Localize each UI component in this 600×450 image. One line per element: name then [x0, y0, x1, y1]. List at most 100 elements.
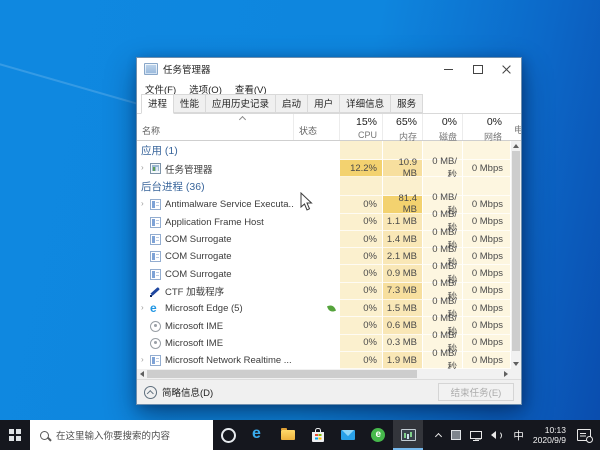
system-tray: 中 10:13 2020/9/9: [434, 420, 600, 450]
store-taskbar-button[interactable]: [303, 420, 333, 450]
group-row[interactable]: 应用 (1): [137, 141, 521, 160]
window-title: 任务管理器: [163, 65, 211, 76]
tab[interactable]: 性能: [173, 94, 207, 113]
mail-taskbar-button[interactable]: [333, 420, 363, 450]
scroll-right-icon[interactable]: [501, 369, 511, 379]
ime-indicator[interactable]: 中: [513, 428, 524, 443]
group-row[interactable]: 后台进程 (36): [137, 177, 521, 197]
group-name: 后台进程 (36): [141, 181, 205, 194]
cpu-value: 0%: [340, 300, 383, 318]
process-row[interactable]: Microsoft IME 0% 0.3 MB 0 MB/秒 0 Mbps: [137, 330, 521, 355]
end-task-button[interactable]: 结束任务(E): [438, 383, 514, 401]
column-name-header[interactable]: 名称: [137, 114, 294, 140]
process-row[interactable]: Microsoft Network Realtime ... 0% 1.9 MB…: [137, 348, 521, 369]
close-button[interactable]: [492, 58, 521, 80]
cortana-taskbar-button[interactable]: [213, 420, 243, 450]
details-toggle[interactable]: 简略信息(D): [144, 385, 213, 399]
horizontal-scroll-thumb[interactable]: [147, 370, 417, 378]
network-value: 0 Mbps: [463, 230, 511, 249]
column-name-label: 名称: [142, 126, 161, 136]
tray-chevron-up-icon[interactable]: [434, 431, 442, 439]
memory-value: 1.5 MB: [383, 300, 423, 318]
mouse-cursor: [300, 192, 313, 211]
metric-column-header[interactable]: 15% CPU: [340, 114, 383, 140]
process-row[interactable]: Antimalware Service Executa... 0% 81.4 M…: [137, 192, 521, 217]
taskbar-clock[interactable]: 10:13 2020/9/9: [533, 425, 566, 445]
tab-bar: 进程 性能 应用历史记录 启动 用户 详细信息 服务: [137, 94, 521, 114]
start-button[interactable]: [0, 420, 30, 450]
minimize-button[interactable]: [434, 58, 463, 80]
process-name: Microsoft Edge (5): [165, 303, 243, 315]
default-app-icon: [150, 268, 161, 280]
default-app-icon: [150, 355, 161, 367]
network-value: 0 Mbps: [463, 160, 511, 178]
metric-column-header[interactable]: 65% 内存: [383, 114, 423, 142]
cpu-value: 0%: [340, 282, 383, 301]
task-manager-app-icon: [144, 63, 158, 75]
process-name: COM Surrogate: [165, 268, 232, 280]
disk-value: 0 MB/秒: [423, 156, 463, 181]
tab[interactable]: 进程: [141, 94, 175, 114]
process-row[interactable]: COM Surrogate 0% 0.9 MB 0 MB/秒 0 Mbps: [137, 261, 521, 286]
pen-icon: [150, 286, 161, 297]
metric-column-header[interactable]: 0% 网络: [463, 114, 511, 142]
network-value: 0 Mbps: [463, 317, 511, 335]
network-value: 0 Mbps: [463, 196, 511, 214]
maximize-button[interactable]: [463, 58, 492, 80]
process-row[interactable]: Microsoft Edge (5) 0% 1.5 MB 0 MB/秒 0 Mb…: [137, 296, 521, 321]
task-manager-taskbar-button[interactable]: [393, 420, 423, 450]
process-row[interactable]: CTF 加载程序 0% 7.3 MB 0 MB/秒 0 Mbps: [137, 278, 521, 303]
metric-column-header[interactable]: 0% 磁盘: [423, 114, 463, 142]
vertical-scrollbar[interactable]: [511, 141, 521, 369]
process-row[interactable]: 任务管理器 12.2% 10.9 MB 0 MB/秒 0 Mbps: [137, 156, 521, 181]
process-row[interactable]: Microsoft IME 0% 0.6 MB 0 MB/秒 0 Mbps: [137, 313, 521, 338]
title-bar[interactable]: 任务管理器: [137, 58, 521, 80]
expand-chevron-icon[interactable]: [141, 164, 149, 172]
process-name: COM Surrogate: [165, 251, 232, 263]
horizontal-scrollbar[interactable]: [137, 369, 511, 379]
browser-green-icon: [371, 428, 385, 442]
expand-chevron-icon[interactable]: [141, 200, 149, 208]
tab[interactable]: 用户: [307, 94, 341, 113]
clock-time: 10:13: [544, 425, 566, 435]
network-icon[interactable]: [470, 431, 483, 441]
network-value: 0 Mbps: [463, 248, 511, 266]
expand-chevron-icon[interactable]: [141, 304, 149, 312]
taskbar-search[interactable]: 在这里输入你要搜索的内容: [30, 420, 213, 450]
file-explorer-taskbar-button[interactable]: [273, 420, 303, 450]
tab[interactable]: 应用历史记录: [205, 94, 277, 113]
tab[interactable]: 启动: [275, 94, 309, 113]
default-app-icon: [150, 251, 161, 263]
close-icon: [502, 65, 511, 74]
scroll-up-icon[interactable]: [511, 141, 521, 151]
scroll-down-icon[interactable]: [511, 359, 521, 369]
edge-icon: [251, 427, 265, 442]
sort-ascending-icon: [240, 117, 246, 122]
metric-total-value: 0%: [441, 116, 457, 128]
scrollbar-corner: [511, 369, 521, 379]
windows-logo-icon: [9, 429, 21, 441]
browser-green-taskbar-button[interactable]: [363, 420, 393, 450]
expand-chevron-icon[interactable]: [141, 356, 149, 364]
tray-app-icon[interactable]: [451, 430, 462, 440]
network-value: 0 Mbps: [463, 351, 511, 369]
edge-icon: [150, 302, 161, 314]
memory-value: 1.4 MB: [383, 230, 423, 249]
process-row[interactable]: COM Surrogate 0% 2.1 MB 0 MB/秒 0 Mbps: [137, 244, 521, 269]
action-center-icon[interactable]: [577, 429, 593, 443]
process-row[interactable]: Application Frame Host 0% 1.1 MB 0 MB/秒 …: [137, 209, 521, 234]
ime-icon: [150, 337, 161, 349]
tab[interactable]: 服务: [390, 94, 424, 113]
edge-taskbar-button[interactable]: [243, 420, 273, 450]
column-status-label: 状态: [299, 126, 318, 136]
cpu-value: 0%: [340, 351, 383, 369]
metric-total-value: 15%: [355, 116, 377, 128]
column-status-header[interactable]: 状态: [294, 114, 340, 140]
window-controls: [434, 58, 521, 80]
process-row[interactable]: COM Surrogate 0% 1.4 MB 0 MB/秒 0 Mbps: [137, 227, 521, 252]
scroll-left-icon[interactable]: [137, 369, 147, 379]
tab[interactable]: 详细信息: [339, 94, 392, 113]
process-list: 应用 (1) 任务管理器 12.2% 10.9 MB 0 MB/秒 0 Mbps…: [137, 141, 521, 369]
volume-icon[interactable]: [491, 430, 504, 440]
vertical-scroll-thumb[interactable]: [512, 151, 520, 351]
